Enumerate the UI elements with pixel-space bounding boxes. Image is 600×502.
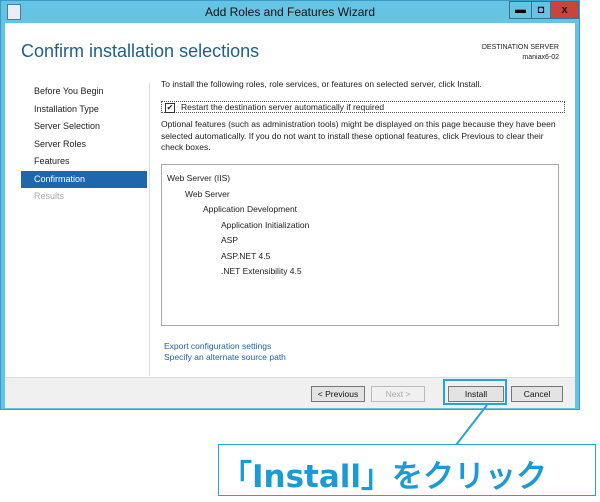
callout-text: 「Install」をクリック [221,459,548,495]
callout-line [455,404,488,446]
callout-box: 「Install」をクリック [218,444,596,496]
